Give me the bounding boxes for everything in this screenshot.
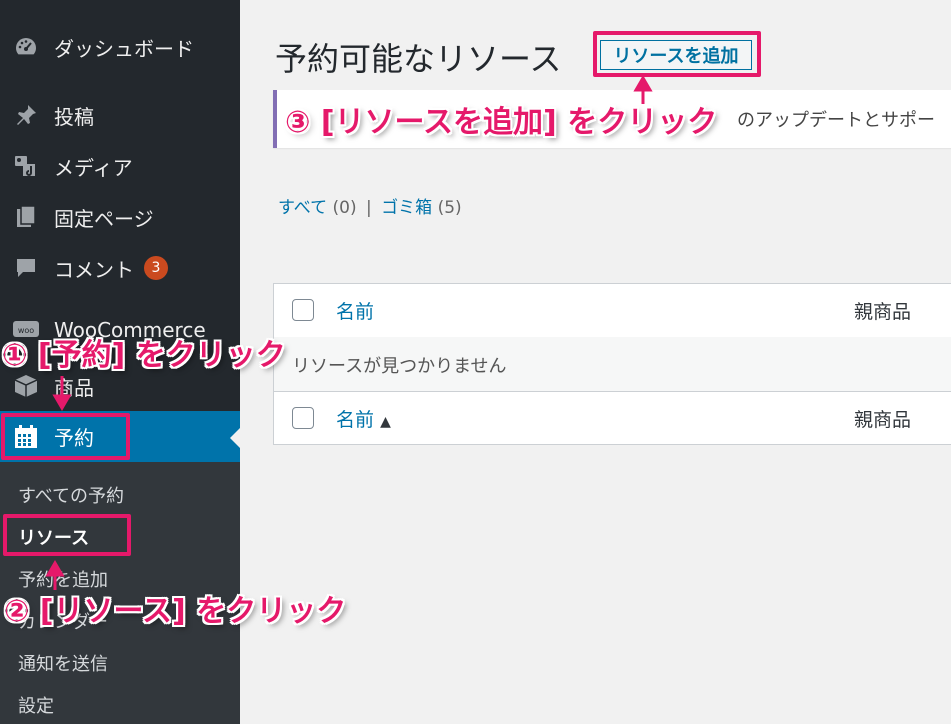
sort-asc-icon: ▲ xyxy=(380,414,391,430)
menu-item-posts[interactable]: 投稿 xyxy=(0,90,240,140)
media-icon xyxy=(12,152,40,180)
view-trash-count: (5) xyxy=(437,198,462,218)
view-all-link[interactable]: すべて xyxy=(278,198,327,218)
menu-label: メディア xyxy=(54,155,133,180)
view-trash-link[interactable]: ゴミ箱 xyxy=(381,198,432,218)
menu-item-comments[interactable]: コメント 3 xyxy=(0,243,240,293)
callout-step-2: ② [リソース] をクリック xyxy=(4,594,347,629)
column-name-header[interactable]: 名前 xyxy=(336,297,374,324)
table-empty-row: リソースが見つかりません xyxy=(274,337,951,392)
menu-item-pages[interactable]: 固定ページ xyxy=(0,192,240,242)
menu-label: 固定ページ xyxy=(54,206,154,231)
select-all-checkbox-footer[interactable] xyxy=(292,407,314,429)
comment-count-badge: 3 xyxy=(144,256,168,280)
callout-step-1: ① [予約] をクリック xyxy=(2,338,286,373)
menu-item-dashboard[interactable]: ダッシュボード xyxy=(0,22,240,72)
callout-step-3: ③ [リソースを追加] をクリック xyxy=(285,105,718,140)
menu-label: 商品 xyxy=(54,375,94,400)
highlight-add-resource xyxy=(593,31,761,77)
highlight-bookings-menu xyxy=(1,413,130,460)
subsubsub-views: すべて (0) | ゴミ箱 (5) xyxy=(278,193,462,218)
pushpin-icon xyxy=(12,101,40,129)
notice-text: のアップデートとサポー xyxy=(737,110,935,131)
menu-label: ダッシュボード xyxy=(54,36,194,61)
table-footer-row: 名前 ▲ 親商品 xyxy=(274,392,951,445)
menu-item-media[interactable]: メディア xyxy=(0,141,240,191)
highlight-resources-submenu xyxy=(3,514,131,556)
submenu-item-all-bookings[interactable]: すべての予約 xyxy=(18,482,124,508)
box-icon xyxy=(12,372,40,400)
menu-label: 投稿 xyxy=(54,104,94,129)
empty-message: リソースが見つかりません xyxy=(292,356,507,377)
view-all-count: (0) xyxy=(332,198,357,218)
select-all-checkbox[interactable] xyxy=(292,299,314,321)
view-separator: | xyxy=(366,198,372,218)
page-title: 予約可能なリソース xyxy=(275,40,562,78)
dashboard-icon xyxy=(12,33,40,61)
active-menu-arrow xyxy=(230,428,240,448)
table-header-row: 名前 親商品 xyxy=(274,284,951,338)
menu-label: コメント xyxy=(54,257,134,282)
pages-icon xyxy=(12,203,40,231)
submenu-item-send-notification[interactable]: 通知を送信 xyxy=(18,650,108,676)
comment-icon xyxy=(12,254,40,282)
column-parent-footer: 親商品 xyxy=(854,409,912,431)
column-name-footer[interactable]: 名前 ▲ xyxy=(336,405,391,432)
column-parent-header: 親商品 xyxy=(854,301,912,323)
resources-table: 名前 親商品 リソースが見つかりません 名前 ▲ 親商品 xyxy=(273,283,951,445)
submenu-item-settings[interactable]: 設定 xyxy=(18,692,54,718)
